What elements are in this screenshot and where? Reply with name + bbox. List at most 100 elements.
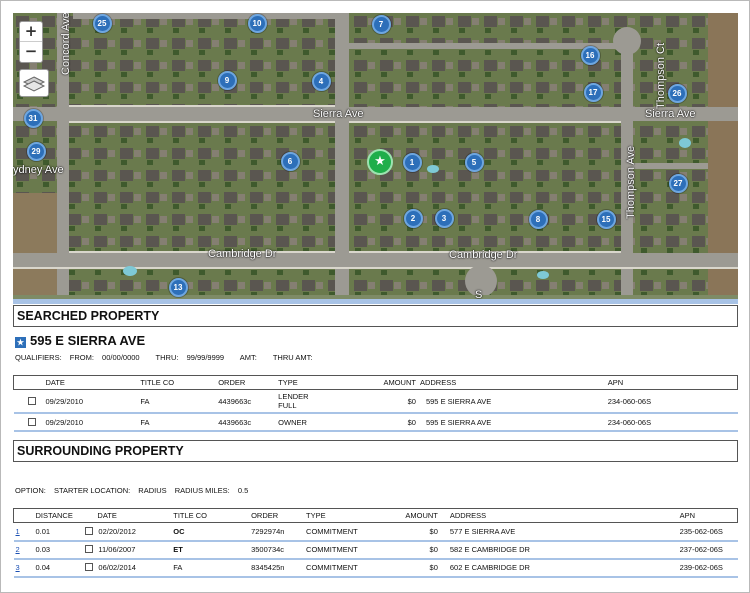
row-index-link[interactable]: 1 — [16, 527, 20, 536]
cell-date: 02/20/2012 — [83, 522, 172, 542]
col-title-co: TITLE CO — [138, 375, 217, 390]
map-marker-4[interactable]: 4 — [311, 71, 331, 91]
cell-distance: 0.04 — [33, 558, 84, 578]
col-order: ORDER — [216, 375, 277, 390]
searched-property-name: ★ 595 E SIERRA AVE — [15, 333, 145, 348]
col-amount: AMOUNT — [346, 375, 418, 390]
cell-distance: 0.01 — [33, 522, 84, 542]
from-label: FROM: — [69, 353, 94, 362]
cell-title-co: OC — [171, 522, 250, 542]
cell-type: COMMITMENT — [304, 522, 384, 542]
cell-date-text: 06/02/2014 — [98, 563, 136, 572]
cell-date: 06/02/2014 — [83, 558, 172, 578]
zoom-in-button[interactable]: + — [20, 22, 42, 42]
cell-amount: $0 — [383, 540, 440, 560]
cell-order: 4439663c — [216, 389, 277, 414]
map-marker-7[interactable]: 7 — [371, 14, 391, 34]
cell-title-co: FA — [138, 413, 217, 432]
row-checkbox[interactable] — [85, 526, 94, 535]
cell-title-co: FA — [171, 558, 250, 578]
map-marker-27[interactable]: 27 — [668, 173, 688, 193]
row-checkbox[interactable] — [28, 396, 37, 405]
cell-distance: 0.03 — [33, 540, 84, 560]
cell-index: 2 — [13, 540, 34, 560]
col-address: ADDRESS — [439, 508, 600, 523]
street-label-sierra-ave: Sierra Ave — [313, 108, 364, 120]
cell-order: 4439663c — [216, 413, 277, 432]
searched-property-star-marker[interactable]: ★ — [367, 149, 393, 175]
map-divider — [13, 299, 738, 304]
row-index-link[interactable]: 2 — [16, 545, 20, 554]
street-label-cambridge-dr-east: Cambridge Dr — [449, 249, 518, 261]
map-marker-2[interactable]: 2 — [403, 208, 423, 228]
table-row: 3 0.04 06/02/2014 FA 8345425n COMMITMENT… — [13, 558, 738, 578]
cell-amount: $0 — [346, 389, 418, 414]
row-checkbox[interactable] — [85, 563, 94, 571]
starter-location-value: RADIUS — [138, 486, 167, 495]
col-type: TYPE — [276, 375, 347, 390]
map-marker-13[interactable]: 13 — [168, 277, 188, 297]
map-marker-5[interactable]: 5 — [464, 152, 484, 172]
surrounding-property-header: SURROUNDING PROPERTY — [13, 440, 738, 462]
map-marker-10[interactable]: 10 — [247, 13, 267, 33]
map-marker-29[interactable]: 29 — [26, 141, 46, 161]
starter-location-label: STARTER LOCATION: — [53, 486, 131, 495]
col-date: DATE — [83, 508, 172, 523]
street-label-sydney-ave: ydney Ave — [13, 164, 64, 176]
cell-date: 11/06/2007 — [83, 540, 172, 560]
cell-order: 3500734c — [249, 540, 305, 560]
layers-button[interactable] — [19, 69, 49, 97]
cell-address: 595 E SIERRA AVE — [417, 413, 568, 432]
row-checkbox-cell — [13, 389, 44, 414]
row-checkbox[interactable] — [85, 545, 94, 553]
cell-amount: $0 — [383, 522, 440, 542]
cell-type: COMMITMENT — [304, 558, 384, 578]
map-marker-9[interactable]: 9 — [217, 70, 237, 90]
from-value: 00/00/0000 — [102, 353, 140, 362]
col-amount: AMOUNT — [383, 508, 440, 523]
row-checkbox-cell — [13, 413, 44, 432]
cell-order: 7292974n — [249, 522, 305, 542]
row-checkbox[interactable] — [28, 417, 37, 426]
radius-miles-label: RADIUS MILES: — [174, 486, 230, 495]
map-marker-15[interactable]: 15 — [596, 209, 616, 229]
app-frame: + − Concord Ave Sierra Ave Sierra Ave yd… — [0, 0, 750, 593]
thru-amt-label: THRU AMT: — [272, 353, 313, 362]
map-marker-17[interactable]: 17 — [583, 82, 603, 102]
thru-value: 99/99/9999 — [186, 353, 225, 362]
thru-label: THRU: — [155, 353, 179, 362]
cell-address: 577 E SIERRA AVE — [439, 522, 600, 542]
cell-date: 09/29/2010 — [43, 413, 139, 432]
cell-type: LENDER FULL — [276, 389, 347, 414]
option-label: OPTION: — [15, 486, 46, 495]
map-marker-6[interactable]: 6 — [280, 151, 300, 171]
cell-apn: 235-062-06S — [599, 522, 738, 542]
map-view[interactable]: + − Concord Ave Sierra Ave Sierra Ave yd… — [13, 13, 738, 301]
cell-title-co: FA — [138, 389, 217, 414]
cell-amount: $0 — [346, 413, 418, 432]
qualifiers-label: QUALIFIERS: — [15, 353, 62, 362]
street-label-cambridge-dr: Cambridge Dr — [208, 248, 277, 260]
qualifiers-line: QUALIFIERS: FROM: 00/00/0000 THRU: 99/99… — [15, 353, 318, 362]
map-marker-8[interactable]: 8 — [528, 209, 548, 229]
zoom-out-button[interactable]: − — [20, 42, 42, 62]
map-marker-1[interactable]: 1 — [402, 152, 422, 172]
star-icon: ★ — [15, 337, 26, 348]
cell-address: 582 E CAMBRIDGE DR — [439, 540, 600, 560]
map-marker-26[interactable]: 26 — [667, 83, 687, 103]
searched-property-header: SEARCHED PROPERTY — [13, 305, 738, 327]
col-type: TYPE — [304, 508, 384, 523]
row-index-link[interactable]: 3 — [16, 563, 20, 572]
cell-address: 602 E CAMBRIDGE DR — [439, 558, 600, 578]
surrounding-property-table: DISTANCE DATE TITLE CO ORDER TYPE AMOUNT… — [13, 508, 738, 578]
map-marker-25[interactable]: 25 — [92, 13, 112, 33]
col-apn: APN — [599, 508, 738, 523]
col-order: ORDER — [249, 508, 305, 523]
table-row: 2 0.03 11/06/2007 ET 3500734c COMMITMENT… — [13, 540, 738, 560]
header-spacer — [13, 375, 44, 390]
property-name-text: 595 E SIERRA AVE — [30, 333, 146, 348]
map-marker-16[interactable]: 16 — [580, 45, 600, 65]
map-marker-31[interactable]: 31 — [23, 108, 43, 128]
col-title-co: TITLE CO — [171, 508, 250, 523]
map-marker-3[interactable]: 3 — [434, 208, 454, 228]
